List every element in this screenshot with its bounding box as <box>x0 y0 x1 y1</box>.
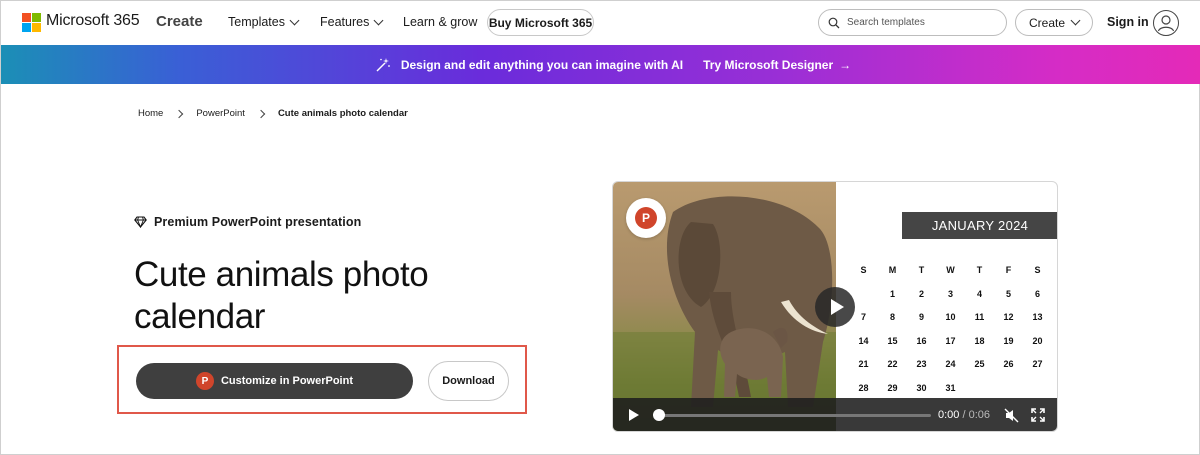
calendar-weekday: T <box>918 265 925 275</box>
elephant-photo: P <box>613 182 836 431</box>
powerpoint-icon: P <box>195 372 214 390</box>
calendar-day: 4 <box>976 288 982 299</box>
premium-badge-label: Premium PowerPoint presentation <box>154 215 362 229</box>
calendar-day: 25 <box>974 359 985 370</box>
chevron-right-icon <box>256 109 266 118</box>
calendar-day: 18 <box>974 335 985 346</box>
chevron-down-icon <box>1070 15 1081 26</box>
calendar-month-header: JANUARY 2024 <box>902 212 1057 239</box>
breadcrumb-home[interactable]: Home <box>138 108 163 119</box>
calendar-weekday: F <box>1005 265 1012 275</box>
calendar-day: 10 <box>945 312 956 323</box>
calendar-day: 15 <box>887 335 898 346</box>
calendar-day: 2 <box>918 288 924 299</box>
calendar-weekday: S <box>1034 265 1041 275</box>
arrow-right-icon: → <box>839 57 852 72</box>
calendar-weekday: M <box>888 265 897 275</box>
magic-wand-icon <box>376 57 390 71</box>
account-avatar-icon[interactable] <box>1153 10 1179 36</box>
logo-blue-square <box>22 23 31 32</box>
calendar-day: 6 <box>1034 288 1040 299</box>
video-time: 0:00 / 0:06 <box>938 409 990 421</box>
template-preview[interactable]: P JANUARY 2024 S M T W T F S 1 2 3 4 5 6 7 8 9 10 11 12 13 1… <box>612 181 1058 432</box>
buy-microsoft-365-button[interactable]: Buy Microsoft 365 <box>487 9 594 36</box>
video-progress-bar[interactable] <box>655 414 931 417</box>
mute-icon[interactable] <box>1004 408 1020 423</box>
breadcrumb: Home PowerPoint Cute animals photo calen… <box>138 108 408 119</box>
calendar-day: 16 <box>916 335 927 346</box>
banner-text: Design and edit anything you can imagine… <box>400 57 684 72</box>
top-navigation: Microsoft 365 Create Templates Features … <box>1 1 1200 45</box>
nav-create-link[interactable]: Create <box>156 13 203 30</box>
page-title: Cute animals photo calendar <box>134 255 429 336</box>
video-controls: 0:00 / 0:06 <box>613 398 1057 431</box>
calendar-day: 27 <box>1032 359 1043 370</box>
time-separator: / <box>959 409 969 421</box>
search-icon <box>828 17 840 28</box>
calendar-day: 20 <box>1032 335 1043 346</box>
fullscreen-icon[interactable] <box>1031 408 1045 422</box>
calendar-day: 12 <box>1003 312 1014 323</box>
powerpoint-icon: P <box>635 207 657 229</box>
nav-features-menu[interactable]: Features <box>320 15 384 29</box>
try-designer-link[interactable]: Try Microsoft Designer → <box>703 58 851 72</box>
calendar-day: 26 <box>1003 359 1014 370</box>
calendar-day: 8 <box>889 312 895 323</box>
powerpoint-app-badge: P <box>626 198 666 238</box>
microsoft-logo-icon[interactable] <box>22 13 41 32</box>
brand-link[interactable]: Microsoft 365 <box>46 12 140 30</box>
download-button[interactable]: Download <box>428 361 509 401</box>
sign-in-link[interactable]: Sign in <box>1107 15 1149 29</box>
calendar-weekday: S <box>860 265 867 275</box>
logo-yellow-square <box>32 23 41 32</box>
calendar-day: 19 <box>1003 335 1014 346</box>
diamond-icon <box>134 216 147 228</box>
calendar-day: 24 <box>945 359 956 370</box>
premium-badge: Premium PowerPoint presentation <box>134 215 361 229</box>
calendar-day: 21 <box>858 359 869 370</box>
calendar-day: 1 <box>889 288 895 299</box>
chevron-right-icon <box>175 109 184 118</box>
chevron-down-icon <box>289 15 300 25</box>
logo-red-square <box>22 13 31 22</box>
breadcrumb-powerpoint[interactable]: PowerPoint <box>196 108 245 119</box>
calendar-weekday: T <box>976 265 983 275</box>
create-menu-label: Create <box>1028 15 1066 30</box>
calendar-day: 22 <box>887 359 898 370</box>
play-icon[interactable] <box>629 409 639 421</box>
calendar-day: 13 <box>1032 312 1043 323</box>
calendar-day: 23 <box>916 359 927 370</box>
logo-green-square <box>32 13 41 22</box>
nav-templates-label: Templates <box>228 15 285 29</box>
customize-in-powerpoint-button[interactable]: P Customize in PowerPoint <box>136 363 413 399</box>
calendar-day: 9 <box>918 312 924 323</box>
search-input[interactable] <box>847 17 997 28</box>
play-icon <box>830 299 844 315</box>
nav-templates-menu[interactable]: Templates <box>228 15 300 29</box>
calendar-grid: S M T W T F S 1 2 3 4 5 6 7 8 9 10 11 12 13 14 15 16 17 18 19 20 21… <box>849 264 1049 406</box>
calendar-weekday: W <box>946 265 955 275</box>
designer-promo-banner: Design and edit anything you can imagine… <box>1 45 1200 84</box>
progress-knob[interactable] <box>653 409 665 421</box>
nav-learn-link[interactable]: Learn & grow <box>403 15 477 29</box>
nav-features-label: Features <box>320 15 370 29</box>
calendar-day: 5 <box>1005 288 1011 299</box>
play-video-button[interactable] <box>815 287 855 327</box>
create-menu-button[interactable]: Create <box>1015 9 1093 36</box>
calendar-day: 14 <box>858 335 869 346</box>
duration: 0:06 <box>968 409 991 421</box>
chevron-down-icon <box>373 15 384 25</box>
search-box[interactable] <box>818 9 1007 36</box>
try-designer-label: Try Microsoft Designer <box>703 57 834 72</box>
calendar-day: 3 <box>947 288 953 299</box>
current-time: 0:00 <box>938 409 960 421</box>
calendar-day: 11 <box>974 312 985 323</box>
person-icon <box>1157 15 1175 32</box>
calendar-day: 17 <box>945 335 956 346</box>
breadcrumb-current: Cute animals photo calendar <box>277 108 408 119</box>
customize-button-label: Customize in PowerPoint <box>220 375 353 387</box>
